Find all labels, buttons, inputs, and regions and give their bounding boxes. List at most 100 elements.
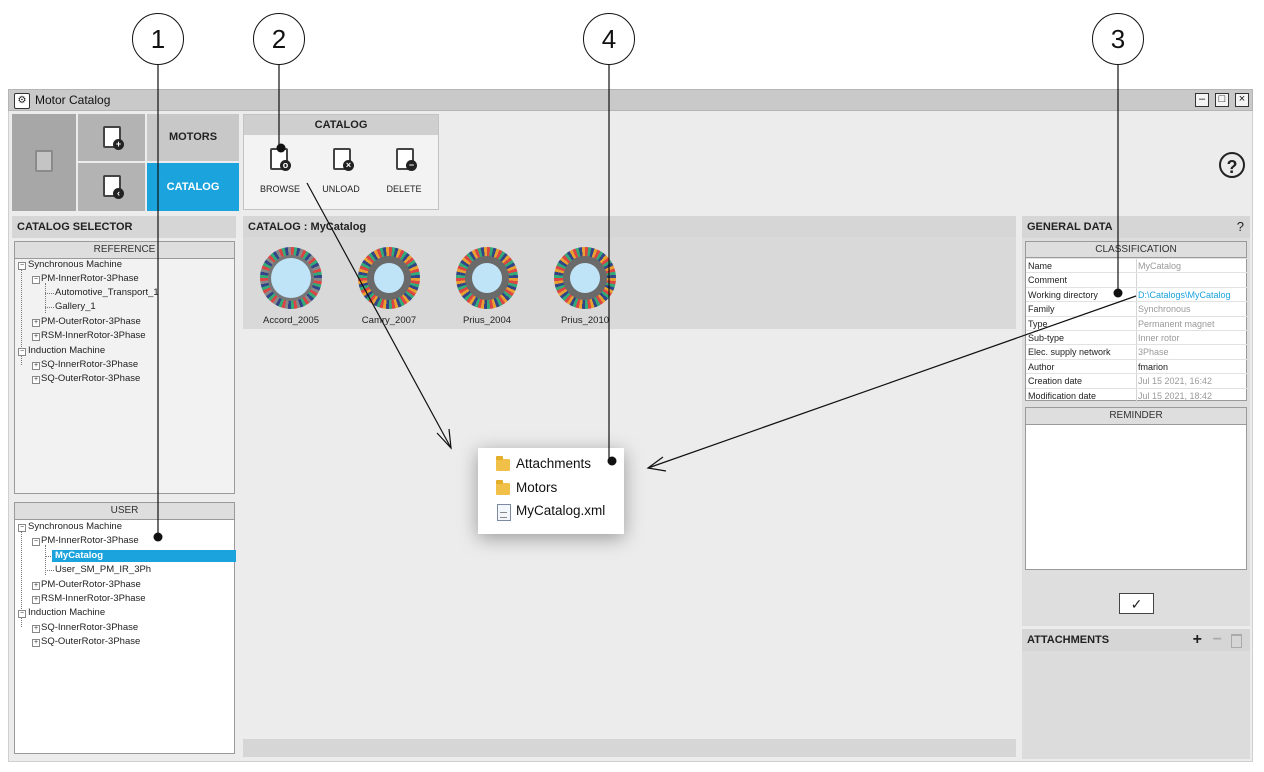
tree-node[interactable]: PM-OuterRotor-3Phase	[41, 316, 141, 328]
tree-node[interactable]: SQ-InnerRotor-3Phase	[41, 622, 138, 634]
classification-key: Sub-type	[1028, 333, 1065, 343]
tab-catalog[interactable]: CATALOG	[147, 163, 239, 211]
close-button[interactable]: ×	[1235, 93, 1249, 107]
tab-motors-label: MOTORS	[168, 131, 218, 143]
tree-node[interactable]: Synchronous Machine	[28, 259, 122, 271]
tree-node[interactable]: Automotive_Transport_1	[55, 287, 159, 299]
browse-label: BROWSE	[259, 184, 300, 194]
collapse-icon[interactable]: −	[18, 524, 26, 532]
attachments-area	[1022, 651, 1250, 759]
unload-button[interactable]: × UNLOAD	[311, 135, 371, 209]
tree-node[interactable]: SQ-OuterRotor-3Phase	[41, 373, 140, 385]
classification-value[interactable]: Synchronous	[1138, 302, 1191, 316]
tree-node[interactable]: Induction Machine	[28, 607, 105, 619]
tree-node[interactable]: RSM-InnerRotor-3Phase	[41, 330, 146, 342]
classification-table: CLASSIFICATION Name MyCatalog Comment Worki…	[1025, 241, 1248, 403]
expand-icon[interactable]: +	[32, 319, 40, 327]
classification-row: Elec. supply network 3Phase	[1026, 344, 1248, 360]
add-attachment-button[interactable]: +	[1193, 629, 1202, 651]
motor-label: Camry_2007	[361, 315, 417, 326]
classification-value[interactable]: D:\Catalogs\MyCatalog	[1138, 288, 1231, 302]
motor-rotor	[570, 263, 600, 293]
classification-value[interactable]: Jul 15 2021, 16:42	[1138, 374, 1212, 388]
popup-item-attachments[interactable]: Attachments	[496, 456, 591, 471]
collapse-icon[interactable]: −	[32, 276, 40, 284]
add-badge-icon: +	[113, 139, 124, 150]
classification-key: Modification date	[1028, 390, 1097, 401]
catalog-view-footer	[243, 739, 1016, 757]
remove-attachment-button[interactable]: −	[1213, 629, 1222, 651]
general-data-title: GENERAL DATA	[1027, 221, 1113, 233]
tree-node[interactable]: RSM-InnerRotor-3Phase	[41, 593, 146, 605]
expand-icon[interactable]: +	[32, 639, 40, 647]
tree-node[interactable]: User_SM_PM_IR_3Ph	[55, 564, 151, 576]
minimize-button[interactable]: –	[1195, 93, 1209, 107]
delete-button[interactable]: − DELETE	[374, 135, 434, 209]
validate-button[interactable]: ✓	[1119, 593, 1154, 614]
classification-value[interactable]: Inner rotor	[1138, 331, 1180, 345]
delete-label: DELETE	[386, 184, 422, 194]
trash-icon[interactable]	[1231, 634, 1242, 648]
popup-item-xml[interactable]: MyCatalog.xml	[496, 503, 606, 521]
tree-node[interactable]: PM-OuterRotor-3Phase	[41, 579, 141, 591]
classification-key: Creation date	[1028, 376, 1083, 387]
motor-thumbnail[interactable]	[358, 247, 420, 309]
classification-value[interactable]: Jul 15 2021, 18:42	[1138, 389, 1212, 403]
callout-3: 3	[1092, 13, 1144, 65]
general-data-help-icon[interactable]: ?	[1237, 216, 1244, 238]
motor-thumbnail[interactable]	[260, 247, 322, 309]
motor-thumbnail[interactable]	[554, 247, 616, 309]
catalog-home-tile[interactable]	[12, 114, 76, 211]
expand-icon[interactable]: +	[32, 596, 40, 604]
classification-value[interactable]: MyCatalog	[1138, 259, 1181, 273]
collapse-icon[interactable]: −	[18, 348, 26, 356]
tree-node[interactable]: Induction Machine	[28, 345, 105, 357]
folder-icon	[496, 480, 510, 495]
expand-icon[interactable]: +	[32, 376, 40, 384]
import-badge-icon: ‹	[113, 188, 124, 199]
help-icon[interactable]: ?	[1219, 152, 1245, 178]
attachments-header: ATTACHMENTS + −	[1022, 629, 1250, 651]
tree-node[interactable]: PM-InnerRotor-3Phase	[41, 535, 139, 547]
callout-2: 2	[253, 13, 305, 65]
tree-node[interactable]: SQ-OuterRotor-3Phase	[41, 636, 140, 648]
popup-item-label: Motors	[516, 480, 558, 495]
tree-node[interactable]: Gallery_1	[55, 301, 96, 313]
reminder-box: REMINDER	[1025, 407, 1247, 570]
motor-rotor	[271, 258, 311, 298]
classification-value[interactable]: Permanent magnet	[1138, 317, 1215, 331]
maximize-button[interactable]: □	[1215, 93, 1229, 107]
tree-node[interactable]: PM-InnerRotor-3Phase	[41, 273, 139, 285]
motor-label: Accord_2005	[263, 315, 319, 326]
tab-motors[interactable]: MOTORS	[147, 114, 239, 161]
expand-icon[interactable]: +	[32, 333, 40, 341]
tree-node[interactable]: Synchronous Machine	[28, 521, 122, 533]
motor-rotor	[472, 263, 502, 293]
collapse-icon[interactable]: −	[18, 262, 26, 270]
popup-item-label: MyCatalog.xml	[516, 503, 606, 518]
expand-icon[interactable]: +	[32, 362, 40, 370]
expand-icon[interactable]: +	[32, 625, 40, 633]
classification-row: Working directory D:\Catalogs\MyCatalog	[1026, 286, 1248, 302]
collapse-icon[interactable]: −	[32, 538, 40, 546]
delete-badge-icon: −	[406, 160, 417, 171]
app-logo-icon: ⚙	[14, 93, 30, 109]
classification-value[interactable]: fmarion	[1138, 360, 1168, 374]
reminder-textarea[interactable]	[1026, 425, 1246, 569]
motor-thumbnail[interactable]	[456, 247, 518, 309]
reference-tree-box: REFERENCE − Synchronous Machine − PM-Inn…	[14, 241, 235, 494]
classification-row: Sub-type Inner rotor	[1026, 330, 1248, 345]
classification-value[interactable]: 3Phase	[1138, 345, 1169, 359]
classification-key: Family	[1028, 304, 1055, 315]
tree-node-selected[interactable]: MyCatalog	[52, 550, 236, 562]
unload-badge-icon: ×	[343, 160, 354, 171]
collapse-icon[interactable]: −	[18, 610, 26, 618]
tree-node[interactable]: SQ-InnerRotor-3Phase	[41, 359, 138, 371]
user-header: USER	[15, 503, 234, 520]
import-motor-tile[interactable]: ‹	[78, 163, 145, 211]
popup-item-motors[interactable]: Motors	[496, 480, 557, 495]
new-motor-tile[interactable]: +	[78, 114, 145, 161]
browse-button[interactable]: o BROWSE	[250, 135, 310, 209]
expand-icon[interactable]: +	[32, 582, 40, 590]
window-title: Motor Catalog	[35, 93, 111, 107]
